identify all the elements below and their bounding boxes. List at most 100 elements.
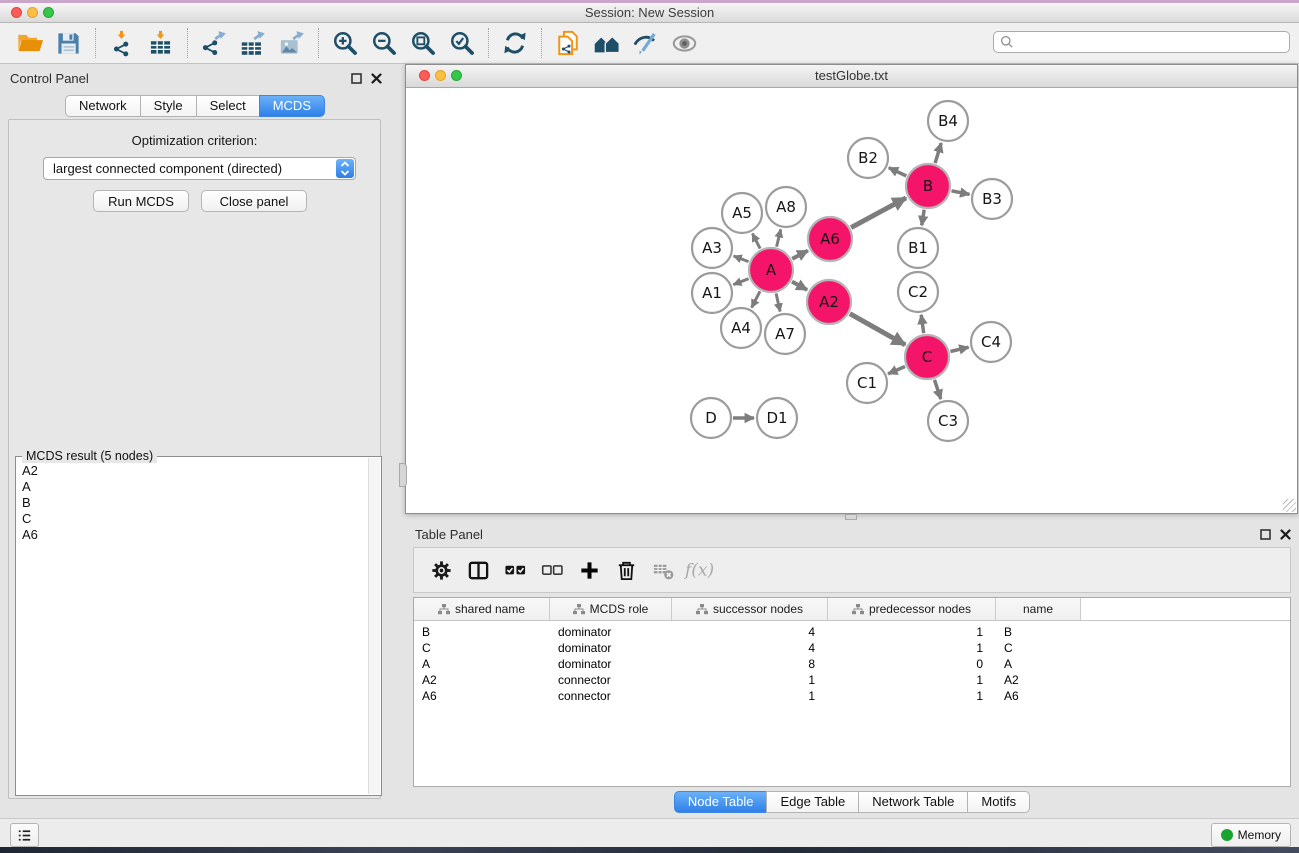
table-settings-icon[interactable] — [423, 553, 460, 587]
export-network-icon[interactable] — [197, 27, 230, 60]
float-panel-icon[interactable] — [351, 73, 362, 84]
edge-B-B1[interactable] — [922, 210, 925, 226]
graph-node-A5[interactable]: A5 — [722, 193, 762, 233]
column-header-shared-name[interactable]: shared name — [414, 598, 550, 620]
graph-node-C3[interactable]: C3 — [928, 401, 968, 441]
result-item[interactable]: A — [17, 479, 368, 495]
edge-A-A3[interactable] — [734, 256, 749, 262]
table-cell[interactable]: 1 — [828, 624, 996, 640]
close-table-panel-icon[interactable] — [1280, 529, 1291, 540]
tab-select[interactable]: Select — [196, 95, 260, 117]
hide-graphics-icon[interactable] — [629, 27, 662, 60]
edge-C-C1[interactable] — [888, 367, 905, 374]
refresh-layout-icon[interactable] — [498, 27, 531, 60]
tab-style[interactable]: Style — [140, 95, 197, 117]
zoom-selected-icon[interactable] — [445, 27, 478, 60]
import-network-icon[interactable] — [105, 27, 138, 60]
edge-A6-B[interactable] — [851, 198, 906, 228]
tab-network-table[interactable]: Network Table — [858, 791, 968, 813]
table-cell[interactable]: A2 — [414, 672, 550, 688]
result-list-scrollbar[interactable] — [368, 458, 380, 794]
graph-node-C4[interactable]: C4 — [971, 322, 1011, 362]
result-item[interactable]: A2 — [17, 463, 368, 479]
column-header-mcds-role[interactable]: MCDS role — [550, 598, 672, 620]
close-panel-icon[interactable] — [371, 73, 382, 84]
unselect-all-icon[interactable] — [534, 553, 571, 587]
select-all-icon[interactable] — [497, 553, 534, 587]
table-cell[interactable]: 8 — [672, 656, 828, 672]
table-cell[interactable]: A2 — [996, 672, 1081, 688]
table-cell[interactable]: B — [414, 624, 550, 640]
graph-node-C2[interactable]: C2 — [898, 272, 938, 312]
graph-node-B2[interactable]: B2 — [848, 138, 888, 178]
import-table-icon[interactable] — [144, 27, 177, 60]
column-header-name[interactable]: name — [996, 598, 1081, 620]
graph-node-A4[interactable]: A4 — [721, 308, 761, 348]
zoom-fit-icon[interactable] — [406, 27, 439, 60]
network-graph[interactable]: B4B2BB3A5A8A6A3B1AA1C2A2A4A7C4CC1C3DD1 — [406, 88, 1297, 514]
tab-edge-table[interactable]: Edge Table — [766, 791, 859, 813]
panel-splitter-handle[interactable] — [399, 463, 407, 487]
network-window-titlebar[interactable]: testGlobe.txt — [406, 65, 1297, 88]
float-table-panel-icon[interactable] — [1260, 529, 1271, 540]
graph-node-D[interactable]: D — [691, 398, 731, 438]
table-row[interactable]: Adominator80A — [414, 656, 1290, 672]
table-cell[interactable]: B — [996, 624, 1081, 640]
table-row[interactable]: A2connector11A2 — [414, 672, 1290, 688]
search-box[interactable] — [993, 31, 1290, 53]
table-row[interactable]: Bdominator41B — [414, 624, 1290, 640]
table-cell[interactable]: 1 — [672, 672, 828, 688]
open-file-icon[interactable] — [13, 27, 46, 60]
graph-node-D1[interactable]: D1 — [757, 398, 797, 438]
edge-A-A6[interactable] — [792, 251, 808, 259]
table-cell[interactable]: C — [996, 640, 1081, 656]
task-history-button[interactable] — [10, 823, 39, 847]
zoom-out-icon[interactable] — [367, 27, 400, 60]
table-cell[interactable]: connector — [550, 672, 672, 688]
table-row[interactable]: A6connector11A6 — [414, 688, 1290, 704]
graph-node-A3[interactable]: A3 — [692, 228, 732, 268]
network-canvas[interactable]: B4B2BB3A5A8A6A3B1AA1C2A2A4A7C4CC1C3DD1 — [406, 88, 1297, 513]
graph-node-B1[interactable]: B1 — [898, 228, 938, 268]
graph-node-A7[interactable]: A7 — [765, 314, 805, 354]
edge-A-A4[interactable] — [752, 291, 760, 307]
edge-B-B3[interactable] — [952, 191, 970, 195]
tab-mcds[interactable]: MCDS — [259, 95, 325, 117]
edge-C-C2[interactable] — [921, 315, 924, 333]
edge-A2-C[interactable] — [850, 314, 905, 345]
table-cell[interactable]: dominator — [550, 640, 672, 656]
column-header-successor-nodes[interactable]: successor nodes — [672, 598, 828, 620]
table-cell[interactable]: connector — [550, 688, 672, 704]
graph-node-C1[interactable]: C1 — [847, 363, 887, 403]
node-table[interactable]: shared nameMCDS rolesuccessor nodesprede… — [413, 597, 1291, 787]
eye-icon[interactable] — [668, 27, 701, 60]
result-item[interactable]: C — [17, 511, 368, 527]
edge-A-A7[interactable] — [776, 293, 780, 311]
edge-A-A8[interactable] — [777, 229, 781, 246]
export-image-icon[interactable] — [275, 27, 308, 60]
edge-A-A1[interactable] — [733, 279, 748, 285]
edge-C-C4[interactable] — [950, 347, 968, 351]
column-header-predecessor-nodes[interactable]: predecessor nodes — [828, 598, 996, 620]
zoom-in-icon[interactable] — [328, 27, 361, 60]
save-session-icon[interactable] — [52, 27, 85, 60]
graph-node-B4[interactable]: B4 — [928, 101, 968, 141]
result-item[interactable]: B — [17, 495, 368, 511]
edge-C-C3[interactable] — [935, 380, 941, 399]
delete-column-icon[interactable] — [608, 553, 645, 587]
table-cell[interactable]: A6 — [996, 688, 1081, 704]
window-titlebar[interactable]: Session: New Session — [0, 3, 1299, 23]
mcds-result-list[interactable]: A2ABCA6 — [17, 463, 368, 794]
export-table-icon[interactable] — [236, 27, 269, 60]
table-row[interactable]: Cdominator41C — [414, 640, 1290, 656]
table-cell[interactable]: 1 — [828, 688, 996, 704]
table-cell[interactable]: dominator — [550, 624, 672, 640]
graph-node-A8[interactable]: A8 — [766, 187, 806, 227]
table-cell[interactable]: 1 — [672, 688, 828, 704]
graph-node-C[interactable]: C — [905, 335, 949, 379]
tab-network[interactable]: Network — [65, 95, 141, 117]
table-cell[interactable]: 1 — [828, 640, 996, 656]
edge-B-B4[interactable] — [935, 143, 941, 163]
close-panel-button[interactable]: Close panel — [201, 190, 307, 212]
table-cell[interactable]: 0 — [828, 656, 996, 672]
